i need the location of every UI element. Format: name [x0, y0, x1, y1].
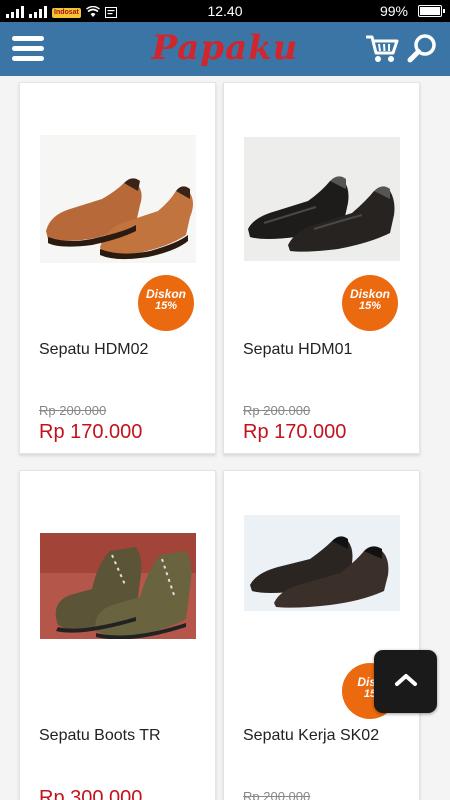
- discount-value: 15%: [154, 300, 178, 312]
- product-name: Sepatu Kerja SK02: [243, 727, 380, 744]
- product-price: Rp 300.000: [39, 787, 143, 800]
- product-name: Sepatu Boots TR: [39, 727, 161, 744]
- discount-value: 15%: [358, 300, 382, 312]
- product-old-price: Rp 200.000: [39, 403, 107, 418]
- product-image: [244, 137, 400, 261]
- chevron-up-icon: [395, 674, 417, 686]
- product-card[interactable]: Diskon 15% Sepatu HDM02 Rp 200.000 Rp 17…: [19, 82, 216, 454]
- product-card[interactable]: Sepatu Boots TR Rp 300.000: [19, 470, 216, 800]
- battery-percentage: 99%: [379, 3, 408, 19]
- discount-badge: Diskon 15%: [138, 275, 194, 331]
- scroll-to-top-button[interactable]: [374, 650, 437, 713]
- cart-button[interactable]: [365, 34, 400, 64]
- product-name: Sepatu HDM02: [39, 341, 149, 358]
- product-image: [40, 135, 196, 263]
- discount-label: Diskon: [145, 287, 186, 301]
- product-old-price: Rp 200.000: [243, 403, 311, 418]
- shopping-cart-icon: [365, 35, 399, 62]
- search-button[interactable]: [406, 33, 438, 65]
- product-image: [244, 515, 400, 611]
- discount-label: Diskon: [349, 287, 390, 301]
- product-card[interactable]: Diskon 15% Sepatu HDM01 Rp 200.000 Rp 17…: [223, 82, 420, 454]
- product-old-price: Rp 200.000: [243, 789, 311, 800]
- product-price: Rp 170.000: [39, 421, 143, 443]
- product-card[interactable]: Disk 15 Sepatu Kerja SK02 Rp 200.000: [223, 470, 420, 800]
- discount-badge: Diskon 15%: [342, 275, 398, 331]
- battery-icon: [418, 5, 445, 17]
- app-header: Papaku: [0, 22, 450, 76]
- status-bar: Indosat 12.40 99%: [0, 0, 450, 22]
- product-price: Rp 170.000: [243, 421, 347, 443]
- magnifier-search-icon: [407, 34, 436, 63]
- product-image: [40, 533, 196, 639]
- product-name: Sepatu HDM01: [243, 341, 353, 358]
